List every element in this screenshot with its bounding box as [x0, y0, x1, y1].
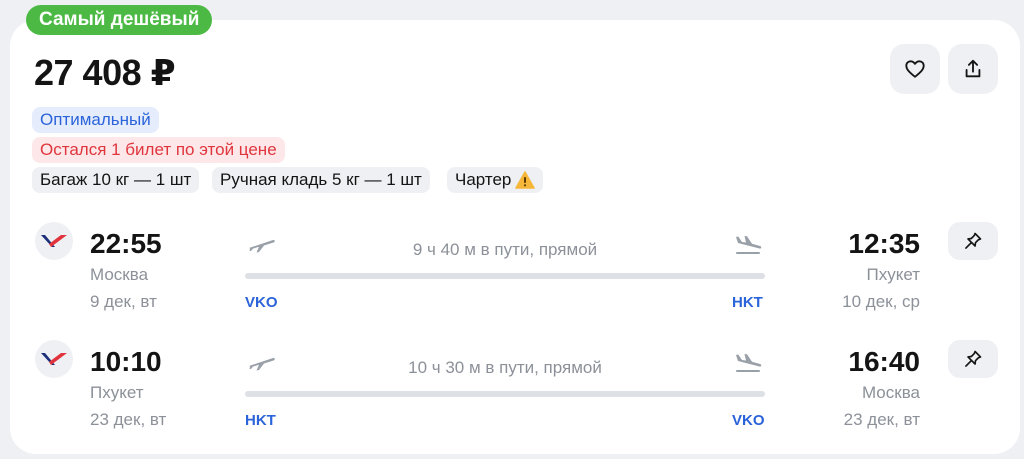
pin-icon: [965, 232, 982, 249]
ticket-price: 27 408 ₽: [34, 52, 176, 93]
departure-date: 23 дек, вт: [90, 410, 167, 429]
arrival-time: 12:35: [848, 228, 920, 259]
departure-city: Пхукет: [90, 383, 144, 402]
departure-city: Москва: [90, 265, 149, 284]
route-line: [245, 273, 765, 279]
arrival-city: Москва: [861, 383, 920, 402]
airline-logo-icon: [41, 353, 67, 365]
airline-logo: [35, 222, 73, 260]
baggage-tag[interactable]: Багаж 10 кг — 1 шт: [32, 167, 200, 193]
departure-time: 22:55: [90, 228, 162, 259]
optimal-tag: Оптимальный: [32, 107, 159, 133]
cheapest-badge: Самый дешёвый: [26, 5, 213, 35]
landing-icon: [736, 354, 762, 372]
departure-airport-code[interactable]: HKT: [245, 412, 276, 429]
arrival-time: 16:40: [848, 346, 920, 377]
share-icon: [965, 59, 981, 78]
arrival-airport-code[interactable]: VKO: [732, 412, 765, 429]
pin-flight-button[interactable]: [948, 222, 998, 260]
departure-time: 10:10: [90, 346, 162, 377]
arrival-date: 10 дек, ср: [842, 292, 920, 311]
flight-duration: 9 ч 40 м в пути, прямой: [412, 240, 598, 259]
arrival-date: 23 дек, вт: [843, 410, 920, 429]
pin-icon: [965, 350, 982, 367]
charter-label: Чартер: [455, 170, 512, 189]
share-button[interactable]: [948, 44, 998, 94]
favorite-button[interactable]: [890, 44, 940, 94]
airline-logo-icon: [41, 235, 67, 247]
landing-icon: [736, 236, 762, 254]
warning-icon: [515, 171, 536, 189]
flight-duration: 10 ч 30 м в пути, прямой: [408, 358, 602, 377]
departure-date: 9 дек, вт: [90, 292, 157, 311]
route-line: [245, 391, 765, 397]
arrival-airport-code[interactable]: HKT: [732, 294, 763, 311]
seats-left-tag: Остался 1 билет по этой цене: [32, 137, 285, 163]
hand-luggage-tag[interactable]: Ручная кладь 5 кг — 1 шт: [212, 167, 430, 193]
charter-tag[interactable]: Чартер: [447, 167, 544, 193]
arrival-city: Пхукет: [866, 265, 920, 284]
departure-airport-code[interactable]: VKO: [245, 294, 278, 311]
airline-logo: [35, 340, 73, 378]
heart-icon: [905, 60, 925, 78]
pin-flight-button[interactable]: [948, 340, 998, 378]
